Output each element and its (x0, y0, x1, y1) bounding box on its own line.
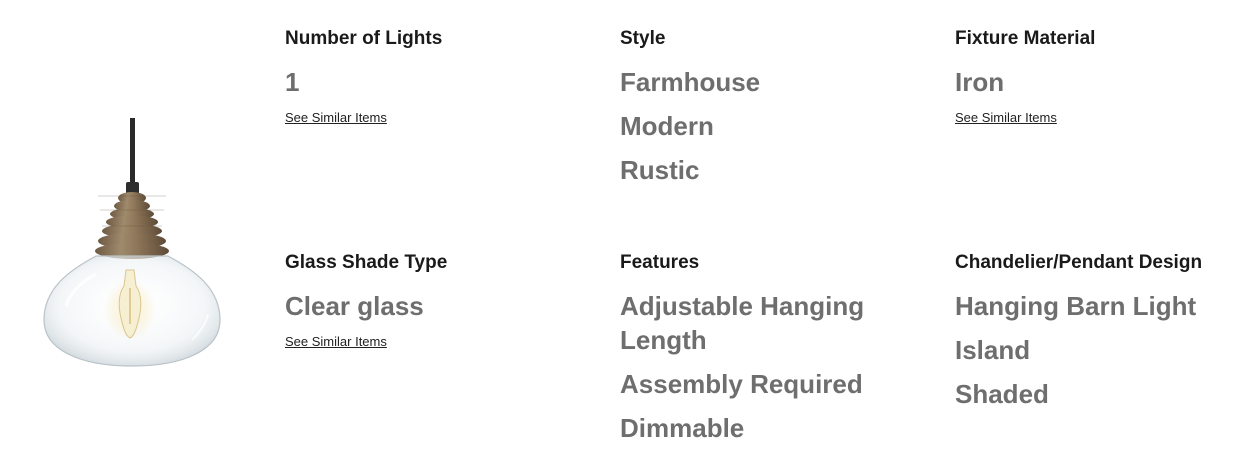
see-similar-items-link[interactable]: See Similar Items (285, 110, 387, 125)
cord (130, 118, 135, 190)
spec-value: Iron (955, 67, 1005, 97)
spec-values: Hanging Barn Light Island Shaded (955, 289, 1252, 411)
spec-features: Features Adjustable Hanging Length Assem… (620, 251, 910, 455)
spec-style: Style Farmhouse Modern Rustic (620, 27, 940, 197)
product-image (30, 110, 240, 410)
see-similar-items-link[interactable]: See Similar Items (955, 110, 1057, 125)
spec-title: Style (620, 28, 666, 49)
spec-value: Clear glass (285, 291, 424, 321)
spec-values: Clear glass (285, 289, 605, 323)
spec-value: Modern (620, 111, 714, 141)
spec-values: Farmhouse Modern Rustic (620, 65, 940, 187)
spec-title: Features (620, 252, 700, 273)
spec-value: Rustic (620, 155, 700, 185)
spec-title: Glass Shade Type (285, 252, 448, 273)
pendant-light-icon (43, 118, 221, 367)
spec-fixture-material: Fixture Material Iron See Similar Items (955, 27, 1252, 127)
spec-title: Chandelier/Pendant Design (955, 252, 1203, 273)
spec-glass-shade-type: Glass Shade Type Clear glass See Similar… (285, 251, 605, 351)
spec-value: Assembly Required (620, 369, 863, 399)
spec-value: Adjustable Hanging Length (620, 291, 865, 355)
spec-number-of-lights: Number of Lights 1 See Similar Items (285, 27, 605, 127)
spec-value: Dimmable (620, 413, 745, 443)
spec-value: Farmhouse (620, 67, 761, 97)
spec-value: Island (955, 335, 1031, 365)
wood-canopy (95, 192, 169, 259)
spec-values: 1 (285, 65, 605, 99)
see-similar-items-link[interactable]: See Similar Items (285, 334, 387, 349)
spec-values: Iron (955, 65, 1252, 99)
spec-value: Hanging Barn Light (955, 291, 1197, 321)
spec-value: Shaded (955, 379, 1049, 409)
spec-title: Number of Lights (285, 28, 443, 49)
spec-values: Adjustable Hanging Length Assembly Requi… (620, 289, 910, 445)
spec-chandelier-pendant-design: Chandelier/Pendant Design Hanging Barn L… (955, 251, 1252, 421)
spec-value: 1 (285, 67, 300, 97)
spec-title: Fixture Material (955, 28, 1096, 49)
